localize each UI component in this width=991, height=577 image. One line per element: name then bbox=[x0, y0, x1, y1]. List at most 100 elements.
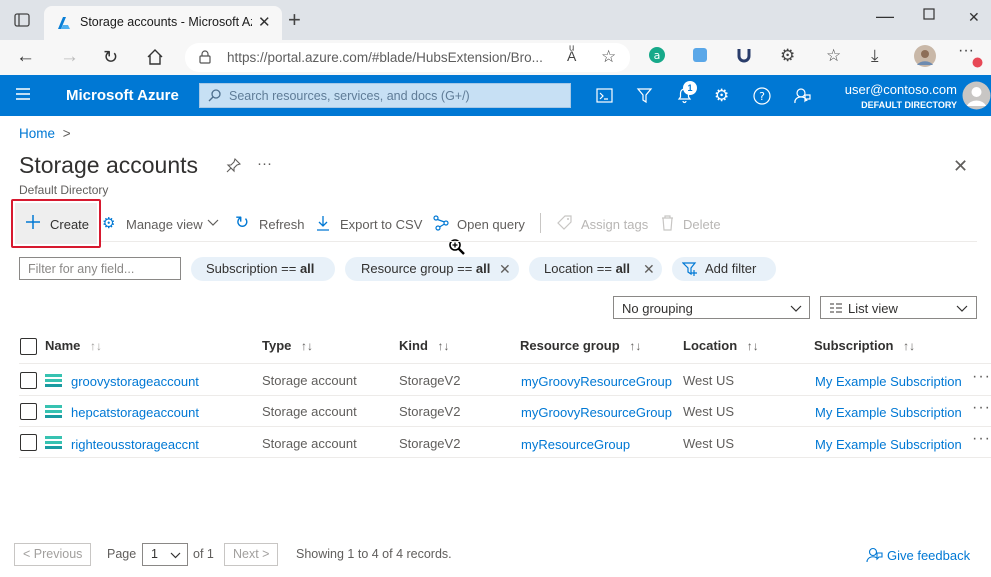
profile-avatar[interactable] bbox=[913, 44, 937, 68]
search-placeholder: Search resources, services, and docs (G+… bbox=[229, 89, 470, 103]
column-header-type[interactable]: Type ↑↓ bbox=[262, 338, 313, 353]
extension-magnet-icon[interactable] bbox=[736, 47, 752, 63]
remove-resource-group-filter-icon[interactable]: ✕ bbox=[499, 261, 511, 278]
list-view-icon bbox=[829, 302, 843, 314]
row-name-link[interactable]: righteousstorageaccnt bbox=[71, 437, 199, 452]
row-checkbox[interactable] bbox=[20, 403, 37, 420]
command-divider bbox=[540, 213, 541, 233]
subscription-filter-pill[interactable]: Subscription == all bbox=[191, 257, 335, 281]
pin-icon[interactable] bbox=[226, 158, 241, 173]
row-divider bbox=[19, 426, 991, 427]
extension-a-icon[interactable]: a bbox=[648, 46, 666, 64]
cloud-shell-icon[interactable] bbox=[596, 88, 613, 103]
lock-icon[interactable] bbox=[199, 50, 211, 64]
page-label: Page bbox=[107, 547, 137, 561]
window-close-icon[interactable]: ✕ bbox=[968, 9, 980, 26]
favorites-icon[interactable]: ☆ bbox=[826, 46, 841, 66]
browser-tab-strip: Storage accounts - Microsoft Azure ✕ + —… bbox=[0, 0, 991, 40]
column-header-resource-group-label: Resource group bbox=[520, 338, 620, 353]
help-icon[interactable]: ? bbox=[753, 87, 771, 105]
back-icon[interactable]: ← bbox=[16, 46, 35, 68]
sort-icon: ↑↓ bbox=[301, 339, 314, 353]
row-name-link[interactable]: hepcatstorageaccount bbox=[71, 405, 199, 420]
settings-gear-icon[interactable]: ⚙ bbox=[714, 87, 729, 104]
page-title: Storage accounts bbox=[19, 152, 199, 178]
home-icon[interactable] bbox=[146, 48, 164, 66]
view-value: List view bbox=[848, 301, 898, 316]
row-subscription-link[interactable]: My Example Subscription bbox=[815, 374, 962, 389]
grouping-dropdown[interactable]: No grouping bbox=[613, 296, 810, 319]
column-header-subscription[interactable]: Subscription ↑↓ bbox=[814, 338, 915, 353]
row-resource-group-link[interactable]: myGroovyResourceGroup bbox=[521, 405, 672, 420]
subscription-filter-prefix: Subscription == bbox=[206, 261, 300, 276]
manage-view-label: Manage view bbox=[126, 217, 203, 232]
user-email[interactable]: user@contoso.com bbox=[845, 82, 957, 97]
column-header-name[interactable]: Name ↑↓ bbox=[45, 338, 102, 353]
minimize-icon[interactable]: — bbox=[876, 6, 894, 27]
row-resource-group-link[interactable]: myResourceGroup bbox=[521, 437, 630, 452]
view-dropdown[interactable]: List view bbox=[820, 296, 977, 319]
global-search-input[interactable]: Search resources, services, and docs (G+… bbox=[199, 83, 571, 108]
new-tab-icon[interactable]: + bbox=[288, 7, 301, 33]
more-options-icon[interactable]: ··· bbox=[257, 155, 272, 172]
filter-input[interactable]: Filter for any field... bbox=[19, 257, 181, 280]
row-more-icon[interactable]: ··· bbox=[972, 430, 991, 448]
location-filter-pill[interactable]: Location == all ✕ bbox=[529, 257, 662, 281]
reload-icon[interactable]: ↻ bbox=[103, 47, 118, 68]
remove-location-filter-icon[interactable]: ✕ bbox=[643, 261, 655, 278]
browser-tab-active[interactable]: Storage accounts - Microsoft Azure ✕ bbox=[44, 6, 282, 40]
filter-placeholder: Filter for any field... bbox=[28, 262, 135, 276]
user-directory[interactable]: DEFAULT DIRECTORY bbox=[861, 100, 957, 110]
previous-page-button[interactable]: < Previous bbox=[14, 543, 92, 566]
row-divider bbox=[19, 457, 991, 458]
extensions-puzzle-icon[interactable]: ⚙ bbox=[780, 46, 795, 66]
user-avatar[interactable] bbox=[962, 81, 991, 110]
azure-brand[interactable]: Microsoft Azure bbox=[66, 87, 179, 104]
column-header-kind[interactable]: Kind ↑↓ bbox=[399, 338, 450, 353]
read-aloud-icon[interactable]: Aͧ bbox=[567, 48, 576, 64]
portal-menu-icon[interactable] bbox=[15, 87, 31, 101]
column-header-location[interactable]: Location ↑↓ bbox=[683, 338, 759, 353]
address-bar[interactable]: https://portal.azure.com/#blade/HubsExte… bbox=[185, 43, 630, 72]
row-checkbox[interactable] bbox=[20, 372, 37, 389]
tab-close-icon[interactable]: ✕ bbox=[258, 13, 271, 31]
sort-asc-icon: ↑↓ bbox=[90, 339, 103, 353]
close-blade-icon[interactable]: ✕ bbox=[953, 156, 968, 177]
update-badge bbox=[972, 57, 983, 68]
row-resource-group-link[interactable]: myGroovyResourceGroup bbox=[521, 374, 672, 389]
row-more-icon[interactable]: ··· bbox=[972, 368, 991, 386]
row-subscription-link[interactable]: My Example Subscription bbox=[815, 437, 962, 452]
svg-text:?: ? bbox=[759, 90, 765, 103]
column-header-kind-label: Kind bbox=[399, 338, 428, 353]
address-url: https://portal.azure.com/#blade/HubsExte… bbox=[227, 50, 543, 65]
row-type: Storage account bbox=[262, 436, 357, 451]
favorite-add-icon[interactable]: ☆ bbox=[601, 47, 616, 67]
tag-icon bbox=[557, 215, 572, 231]
select-all-checkbox[interactable] bbox=[20, 338, 37, 355]
row-name-link[interactable]: groovystorageaccount bbox=[71, 374, 199, 389]
row-subscription-link[interactable]: My Example Subscription bbox=[815, 405, 962, 420]
resource-group-filter-pill[interactable]: Resource group == all ✕ bbox=[345, 257, 519, 281]
column-header-resource-group[interactable]: Resource group ↑↓ bbox=[520, 338, 641, 353]
create-button[interactable]: Create bbox=[15, 203, 97, 244]
forward-icon[interactable]: → bbox=[60, 46, 79, 68]
next-page-button[interactable]: Next > bbox=[224, 543, 279, 566]
resource-group-filter-prefix: Resource group == bbox=[361, 261, 476, 276]
downloads-icon[interactable]: ⤓ bbox=[871, 46, 879, 66]
row-more-icon[interactable]: ··· bbox=[972, 399, 991, 417]
page-select[interactable]: 1 bbox=[142, 543, 188, 566]
create-label: Create bbox=[50, 217, 90, 232]
breadcrumb-home[interactable]: Home bbox=[19, 126, 55, 141]
add-filter-button[interactable]: Add filter bbox=[672, 257, 776, 281]
breadcrumb: Home > bbox=[19, 126, 71, 141]
row-divider bbox=[19, 395, 991, 396]
feedback-person-icon[interactable] bbox=[793, 87, 811, 105]
directory-filter-icon[interactable] bbox=[636, 87, 653, 104]
query-nodes-icon bbox=[433, 215, 450, 231]
tab-actions-icon[interactable] bbox=[14, 12, 30, 28]
maximize-icon[interactable] bbox=[923, 8, 935, 20]
tab-title: Storage accounts - Microsoft Azure bbox=[80, 15, 252, 29]
extension-blue-icon[interactable] bbox=[692, 47, 708, 63]
give-feedback-label: Give feedback bbox=[887, 548, 971, 563]
row-checkbox[interactable] bbox=[20, 434, 37, 451]
